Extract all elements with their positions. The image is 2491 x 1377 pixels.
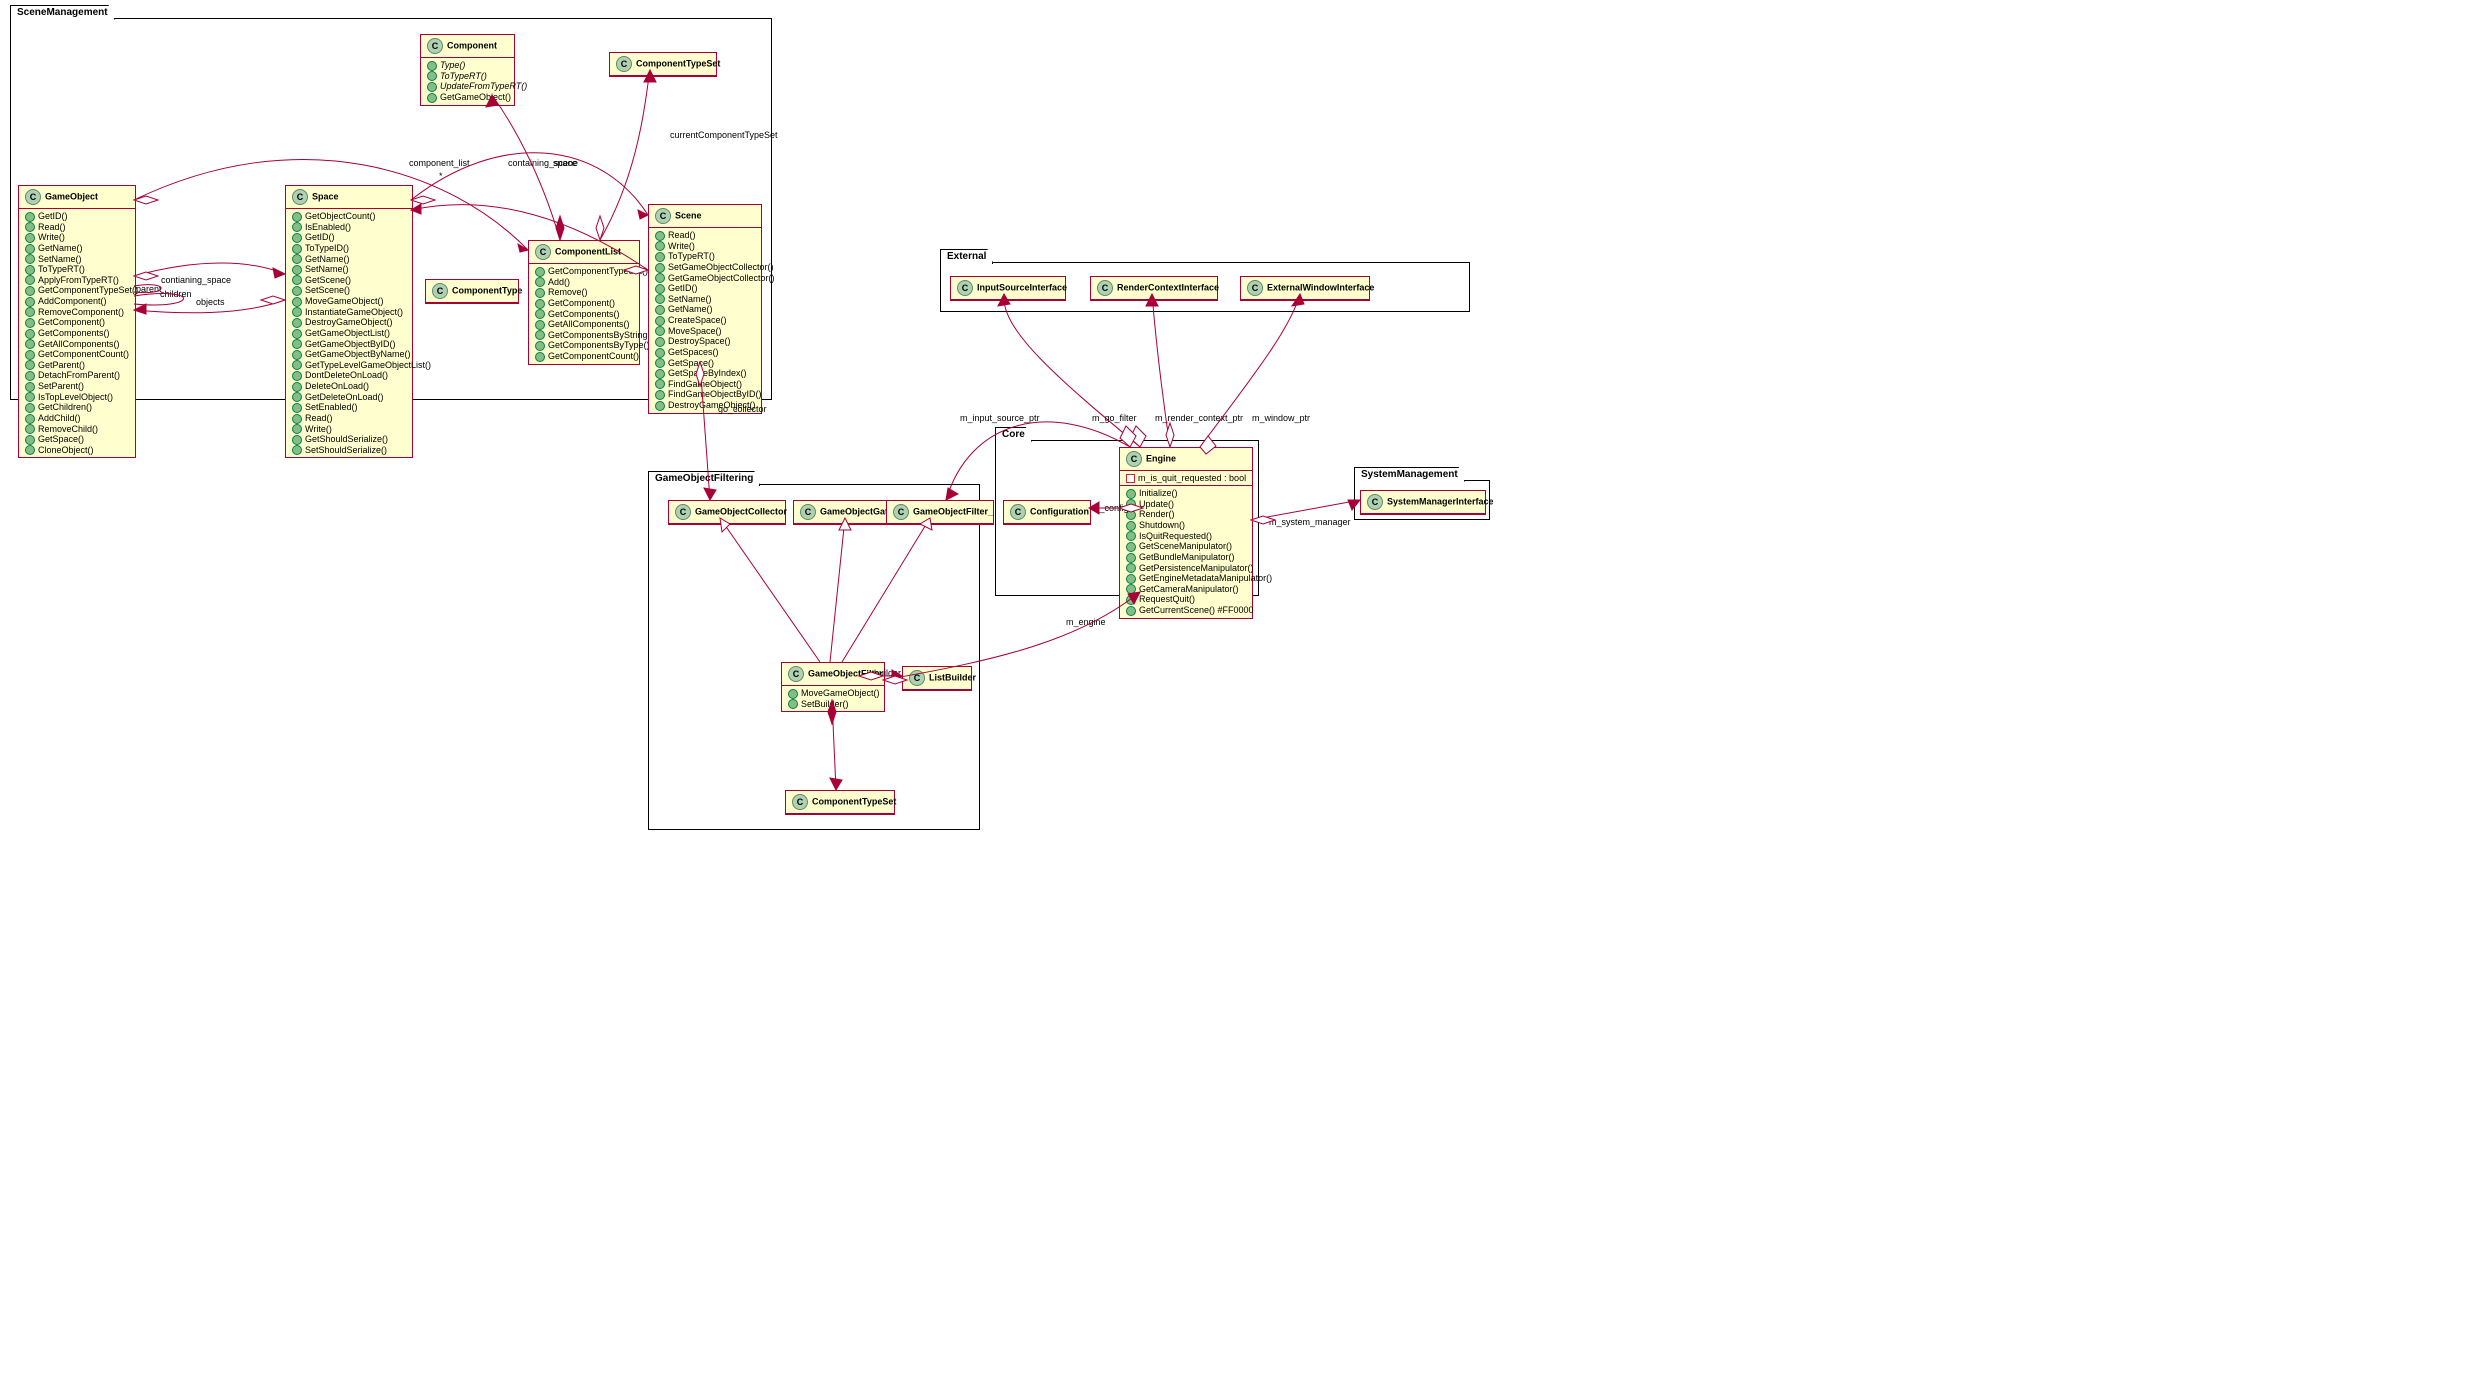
class-icon: C: [1097, 280, 1113, 296]
class-icon: C: [25, 189, 41, 205]
class-componenttype[interactable]: CComponentType: [425, 279, 519, 304]
label-m-go-filter: m_go_filter: [1092, 413, 1137, 423]
class-icon: C: [788, 666, 804, 682]
class-gameobjectfilter-if[interactable]: CGameObjectFilter_: [886, 500, 994, 525]
package-label: Core: [995, 427, 1032, 442]
label-m-engine: m_engine: [1066, 617, 1106, 627]
package-label: External: [940, 249, 993, 264]
class-scene[interactable]: CScene Read()Write()ToTypeRT()SetGameObj…: [648, 204, 762, 414]
class-space[interactable]: CSpace GetObjectCount()IsEnabled()GetID(…: [285, 185, 413, 458]
class-icon: C: [1010, 504, 1026, 520]
class-icon: C: [800, 504, 816, 520]
class-gameobjectfilter[interactable]: CGameObjectFilter MoveGameObject()SetBui…: [781, 662, 885, 712]
label-children: children: [160, 289, 192, 299]
label-m-system-manager: m_system_manager: [1269, 517, 1351, 527]
class-icon: C: [427, 38, 443, 54]
class-icon: C: [432, 283, 448, 299]
class-body-space: GetObjectCount()IsEnabled()GetID()ToType…: [286, 209, 412, 457]
class-body-engine: Initialize()Update()Render()Shutdown()Is…: [1120, 486, 1252, 618]
class-inputsourceinterface[interactable]: CInputSourceInterface: [950, 276, 1066, 301]
class-icon: C: [655, 208, 671, 224]
class-icon: C: [675, 504, 691, 520]
class-systemmanagerinterface[interactable]: CSystemManagerInterface: [1360, 490, 1486, 515]
class-body-componentlist: GetComponentTypeSet()Add()Remove()GetCom…: [529, 264, 639, 364]
class-configuration[interactable]: CConfiguration: [1003, 500, 1091, 525]
class-component[interactable]: CComponent Type()ToTypeRT()UpdateFromTyp…: [420, 34, 515, 106]
label-currentcomponenttypeset: currentComponentTypeSet: [670, 130, 778, 140]
label-builder: builder: [874, 668, 901, 678]
label-go-collector: go_collector: [718, 404, 767, 414]
class-body-scene: Read()Write()ToTypeRT()SetGameObjectColl…: [649, 228, 761, 413]
class-icon: C: [1126, 451, 1142, 467]
class-body-gameobject: GetID()Read()Write()GetName()SetName()To…: [19, 209, 135, 457]
package-label: SystemManagement: [1354, 467, 1465, 482]
class-icon: C: [616, 56, 632, 72]
class-gameobject[interactable]: CGameObject GetID()Read()Write()GetName(…: [18, 185, 136, 458]
class-icon: C: [1247, 280, 1263, 296]
class-icon: C: [1367, 494, 1383, 510]
label-m-config: m_config: [1092, 503, 1129, 513]
class-componenttypeset[interactable]: CComponentTypeSet: [609, 52, 717, 77]
class-icon: C: [909, 670, 925, 686]
label-parent: parent: [136, 284, 162, 294]
class-icon: C: [535, 244, 551, 260]
label-objects: objects: [196, 297, 225, 307]
class-gameobjectcollector[interactable]: CGameObjectCollector: [668, 500, 786, 525]
package-label: SceneManagement: [10, 5, 115, 20]
label-m-render-context: m_render_context_ptr: [1155, 413, 1243, 423]
class-icon: C: [292, 189, 308, 205]
label-star: *: [439, 171, 443, 181]
label-space: space: [553, 158, 577, 168]
class-componenttypeset-2[interactable]: CComponentTypeSet: [785, 790, 895, 815]
package-label: GameObjectFiltering: [648, 471, 760, 486]
package-gameobjectfiltering: GameObjectFiltering: [648, 484, 980, 830]
class-icon: C: [957, 280, 973, 296]
class-rendercontextinterface[interactable]: CRenderContextInterface: [1090, 276, 1218, 301]
class-icon: C: [893, 504, 909, 520]
class-body-component: Type()ToTypeRT()UpdateFromTypeRT()GetGam…: [421, 58, 514, 105]
class-listbuilder[interactable]: CListBuilder: [902, 666, 972, 691]
class-icon: C: [792, 794, 808, 810]
label-m-window-ptr: m_window_ptr: [1252, 413, 1310, 423]
class-engine[interactable]: CEngine m_is_quit_requested : bool Initi…: [1119, 447, 1253, 619]
label-component-list: component_list: [409, 158, 470, 168]
class-externalwindowinterface[interactable]: CExternalWindowInterface: [1240, 276, 1370, 301]
class-fields-engine: m_is_quit_requested : bool: [1120, 471, 1252, 486]
class-body-gofilter: MoveGameObject()SetBuilder(): [782, 686, 884, 711]
class-componentlist[interactable]: CComponentList GetComponentTypeSet()Add(…: [528, 240, 640, 365]
label-containing-space: contianing_space: [161, 275, 231, 285]
label-m-input-source: m_input_source_ptr: [960, 413, 1040, 423]
